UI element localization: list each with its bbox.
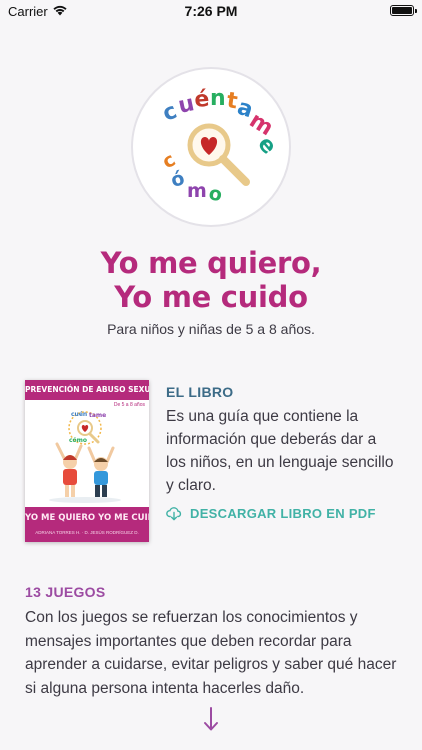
page-subtitle: Para niños y niñas de 5 a 8 años. [107,321,315,337]
logo-art: c u é n t a m e c ó m o [159,86,282,206]
svg-text:m: m [187,180,207,202]
status-bar: Carrier 7:26 PM [0,0,422,22]
cover-top-label: PREVENCIÓN DE ABUSO SEXUAL [25,380,149,400]
book-cover-image: PREVENCIÓN DE ABUSO SEXUAL De 5 a 8 años… [25,380,149,542]
book-section-heading: EL LIBRO [166,384,234,400]
cover-illustration: cuén tame cómo [49,411,121,503]
battery-icon [390,5,417,16]
svg-text:é: é [193,87,210,113]
cloud-download-icon [166,507,182,521]
download-book-link[interactable]: DESCARGAR LIBRO EN PDF [166,505,376,521]
svg-text:n: n [210,86,226,111]
svg-text:cómo: cómo [69,437,87,444]
cover-title-band: YO ME QUIERO YO ME CUIDO ADRIANA TORRES … [25,507,149,542]
clock: 7:26 PM [184,3,238,19]
games-description: Con los juegos se refuerzan los conocimi… [25,609,397,697]
app-logo: c u é n t a m e c ó m o [131,67,291,227]
download-book-label: DESCARGAR LIBRO EN PDF [190,505,376,521]
svg-text:cuén: cuén [71,411,87,418]
games-section-heading: 13 JUEGOS [25,584,106,600]
cover-authors: ADRIANA TORRES H. · D. JESÚS RODRÍGUEZ D… [35,530,139,535]
title-line-1: Yo me quiero, [100,246,322,280]
svg-text:o: o [207,182,224,206]
svg-text:tame: tame [89,412,106,419]
title-line-2: Yo me cuido [114,280,308,314]
svg-text:ó: ó [169,167,187,192]
cover-book-title: YO ME QUIERO YO ME CUIDO [25,513,149,523]
page-title: Yo me quiero, Yo me cuido [0,246,422,314]
arrow-down-icon[interactable] [202,706,220,732]
book-description: Es una guía que contiene la información … [166,408,394,494]
